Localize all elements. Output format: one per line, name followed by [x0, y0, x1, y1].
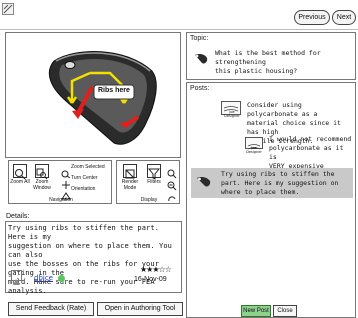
rotate-icon[interactable] — [167, 188, 177, 202]
part-model-image — [48, 51, 157, 145]
display-group: Render Mode Filters Display — [116, 160, 180, 204]
zoom-window-icon[interactable] — [35, 164, 49, 180]
details-text: Try using ribs to stiffen the part. Here… — [8, 224, 178, 295]
post-text: I would not recommend polycarbonate as i… — [269, 135, 353, 171]
navigation-group: Zoom All Zoom Window Zoom Selected Turn … — [8, 160, 112, 204]
topic-question: What is the best method for strengthenin… — [215, 49, 355, 76]
online-status-dot — [58, 275, 65, 282]
app-icon — [2, 3, 14, 15]
open-authoring-tool-button[interactable]: Open in Authoring Tool — [97, 302, 183, 316]
topic-heading: Topic: — [190, 35, 209, 42]
post-line: part. Here is my suggestion on — [221, 179, 339, 187]
viewer-toolbar: Zoom All Zoom Window Zoom Selected Turn … — [8, 160, 180, 212]
next-button[interactable]: Next — [332, 10, 356, 25]
avatar-caption: Joe Designer — [246, 146, 262, 154]
avatar-caption: Joe Designer — [224, 110, 240, 118]
render-mode-label: Render Mode — [121, 179, 139, 191]
post-date: 16-Nov-09 — [134, 276, 167, 283]
posts-panel: Posts: Joe Designer Consider using polyc… — [186, 82, 356, 318]
filters-icon[interactable] — [147, 164, 161, 180]
post-line: polycarbonate as it is — [269, 144, 344, 161]
send-feedback-button[interactable]: Send Feedback (Rate) — [8, 302, 94, 316]
display-group-label: Display — [140, 197, 158, 203]
post-text: Try using ribs to stiffen the part. Here… — [221, 170, 351, 197]
post-line: where to place them. — [221, 188, 300, 196]
zoom-in-icon[interactable] — [167, 164, 177, 179]
render-mode-icon[interactable] — [123, 164, 137, 179]
turn-center-icon[interactable] — [61, 174, 71, 189]
orientation-icon[interactable] — [61, 185, 71, 200]
post-item-selected[interactable]: Try using ribs to stiffen the part. Here… — [191, 168, 353, 198]
details-line: suggestion on where to place them. You c… — [8, 242, 172, 259]
filters-label: Filters — [147, 179, 161, 185]
zoom-window-label: Zoom Window — [33, 179, 51, 191]
posts-heading: Posts: — [190, 85, 210, 92]
avatar — [11, 270, 22, 285]
navigation-group-label: Navigation — [49, 197, 73, 203]
turn-center-label[interactable]: Turn Center — [71, 175, 111, 181]
details-heading: Details: — [6, 213, 30, 220]
new-post-button[interactable]: New Post — [241, 305, 271, 317]
part-thumbnail-icon — [195, 174, 213, 188]
zoom-selected-icon[interactable] — [61, 163, 71, 179]
top-bar: Previous Next — [0, 0, 358, 30]
post-line: Consider using polycarbonate as a — [247, 101, 318, 118]
topic-line: this plastic housing? — [215, 67, 298, 75]
zoom-selected-label[interactable]: Zoom Selected — [71, 164, 111, 170]
previous-button[interactable]: Previous — [294, 10, 330, 25]
rating-stars[interactable]: ★★★☆☆ — [140, 265, 172, 274]
model-viewer[interactable]: Ribs here — [5, 32, 181, 158]
zoom-all-label: Zoom All — [10, 179, 30, 185]
post-reply-item[interactable]: Joe Designer I would not recommend polyc… — [245, 135, 353, 170]
part-thumbnail-icon — [193, 51, 209, 65]
details-line: Try using ribs to stiffen the part. Here… — [8, 224, 160, 241]
callout-label: Ribs here — [98, 87, 130, 94]
close-button[interactable]: Close — [273, 305, 297, 317]
topic-panel: Topic: What is the best method for stren… — [186, 32, 356, 80]
author-link[interactable]: dbice — [34, 274, 53, 282]
post-line: Try using ribs to stiffen the — [221, 170, 335, 178]
orientation-label[interactable]: Orientation — [71, 186, 111, 192]
post-item[interactable]: Joe Designer Consider using polycarbonat… — [221, 101, 351, 145]
zoom-all-icon[interactable] — [13, 164, 27, 180]
post-line: I would not recommend — [269, 135, 352, 143]
topic-line: What is the best method for strengthenin… — [215, 49, 321, 66]
zoom-out-icon[interactable] — [167, 176, 177, 191]
